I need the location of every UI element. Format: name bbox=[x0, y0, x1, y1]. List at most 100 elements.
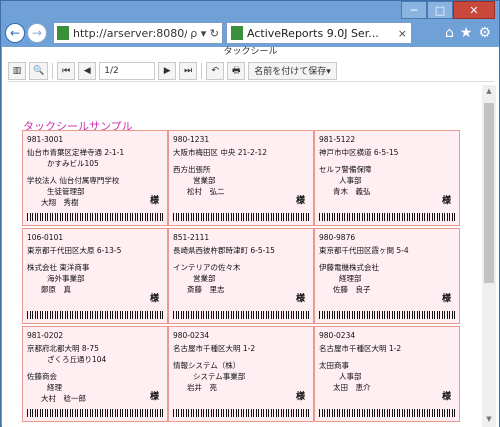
minimize-button[interactable]: ─ bbox=[401, 1, 427, 19]
toc-toggle-button[interactable]: ▥ bbox=[8, 61, 26, 80]
browser-window: ─ □ ✕ ← → http://arserver:8080/Defa ρ ▾ … bbox=[0, 0, 500, 427]
scroll-down-icon[interactable]: ▼ bbox=[484, 415, 494, 425]
close-button[interactable]: ✕ bbox=[453, 1, 495, 19]
label-organization: セルフ警備保障 bbox=[319, 165, 372, 174]
label-zip: 980-0234 bbox=[173, 331, 210, 340]
search-button[interactable]: 🔍 bbox=[29, 61, 49, 80]
address-tools-icon[interactable]: ρ ▾ ↻ bbox=[190, 27, 219, 40]
label-zip: 981-5122 bbox=[319, 135, 356, 144]
label-address-line1: 仙台市青葉区定禅寺通 2-1-1 bbox=[27, 148, 125, 157]
tab-page-icon bbox=[231, 26, 243, 40]
label-name: 青木 義弘 bbox=[333, 187, 371, 196]
label-department: 経理 bbox=[47, 383, 62, 392]
label-organization: 学校法人 仙台付属専門学校 bbox=[27, 176, 120, 185]
label-honorific: 様 bbox=[441, 196, 451, 206]
postal-barcode bbox=[319, 409, 455, 417]
scroll-thumb[interactable] bbox=[484, 103, 494, 283]
label-name: 太田 恵介 bbox=[333, 383, 371, 392]
history-back-button[interactable]: ↶ bbox=[206, 61, 225, 80]
label-name: 鄭原 真 bbox=[41, 285, 71, 294]
save-as-button[interactable]: 名前を付けて保存▾ bbox=[248, 61, 337, 80]
label-organization: 伊藤電機株式会社 bbox=[319, 263, 379, 272]
page-number-input[interactable]: 1/2 bbox=[99, 61, 156, 80]
back-button[interactable]: ← bbox=[5, 23, 25, 43]
label-name: 斎藤 里志 bbox=[187, 285, 225, 294]
label-zip: 981-3001 bbox=[27, 135, 64, 144]
label-zip: 106-0101 bbox=[27, 233, 64, 242]
label-honorific: 様 bbox=[295, 294, 305, 304]
label-department: 海外事業部 bbox=[47, 274, 85, 283]
maximize-button[interactable]: □ bbox=[427, 1, 453, 19]
label-name: 佐藤 良子 bbox=[333, 285, 371, 294]
label-address-line1: 名古屋市千種区大明 1-2 bbox=[319, 344, 402, 353]
address-label: 980-0234 名古屋市千種区大明 1-2 太田商事 人事部 太田 恵介様 bbox=[314, 326, 460, 422]
label-honorific: 様 bbox=[295, 392, 305, 402]
label-honorific: 様 bbox=[149, 196, 159, 206]
label-zip: 851-2111 bbox=[173, 233, 210, 242]
scroll-up-icon[interactable]: ▲ bbox=[484, 87, 494, 97]
print-button[interactable]: 🖶 bbox=[227, 61, 246, 80]
label-organization: 株式会社 東洋商事 bbox=[27, 263, 90, 272]
report-viewer[interactable]: タックシールサンプル 981-3001 仙台市青葉区定禅寺通 2-1-1 かすみビル… bbox=[8, 85, 482, 427]
navigation-bar: ← → http://arserver:8080/Defa ρ ▾ ↻ Acti… bbox=[5, 21, 495, 45]
postal-barcode bbox=[27, 311, 163, 319]
label-department: 営業部 bbox=[193, 176, 216, 185]
label-honorific: 様 bbox=[295, 196, 305, 206]
page-icon bbox=[57, 26, 69, 40]
address-label: 981-3001 仙台市青葉区定禅寺通 2-1-1 かすみビル105 学校法人 仙台付… bbox=[22, 130, 168, 226]
next-page-button[interactable]: ▶ bbox=[158, 61, 177, 80]
favorites-star-icon[interactable]: ★ bbox=[460, 25, 473, 41]
label-zip: 980-1231 bbox=[173, 135, 210, 144]
address-label: 980-0234 名古屋市千種区大明 1-2 情報システム（株） システム事業部 岩井 … bbox=[168, 326, 314, 422]
label-department: 人事部 bbox=[339, 176, 362, 185]
home-icon[interactable]: ⌂ bbox=[445, 25, 454, 41]
label-address-line1: 京都府北都大明 8-75 bbox=[27, 344, 99, 353]
tab-close-icon[interactable]: × bbox=[398, 27, 407, 40]
postal-barcode bbox=[173, 409, 309, 417]
toolbar-divider bbox=[52, 62, 54, 79]
label-organization: 太田商事 bbox=[319, 361, 349, 370]
postal-barcode bbox=[173, 213, 309, 221]
label-address-line2: かすみビル105 bbox=[47, 159, 99, 168]
label-grid: 981-3001 仙台市青葉区定禅寺通 2-1-1 かすみビル105 学校法人 仙台付… bbox=[22, 130, 460, 422]
toolbar-divider bbox=[201, 62, 203, 79]
forward-button[interactable]: → bbox=[27, 23, 47, 43]
postal-barcode bbox=[319, 311, 455, 319]
label-honorific: 様 bbox=[441, 294, 451, 304]
postal-barcode bbox=[319, 213, 455, 221]
label-name: 大村 稔一郎 bbox=[41, 394, 86, 403]
label-department: 生徒管理部 bbox=[47, 187, 85, 196]
address-label: 981-5122 神戸市中区横道 6-5-15 セルフ警備保障人事部青木 義弘様 bbox=[314, 130, 460, 226]
label-address-line1: 長崎県西彼杵郡時津町 6-5-15 bbox=[173, 246, 275, 255]
label-organization: インテリアの佐々木 bbox=[173, 263, 241, 272]
label-address-line1: 東京都千代田区霞ヶ関 5-4 bbox=[319, 246, 409, 255]
browser-tab[interactable]: ActiveReports 9.0J Ser... × bbox=[226, 22, 412, 44]
address-label: 980-9876 東京都千代田区霞ヶ関 5-4 伊藤電機株式会社 経理部 佐藤 良子様 bbox=[314, 228, 460, 324]
first-page-button[interactable]: ⏮ bbox=[57, 61, 76, 80]
browser-right-icons: ⌂ ★ ⚙ bbox=[445, 25, 495, 41]
label-organization: 情報システム（株） bbox=[173, 361, 241, 370]
prev-page-button[interactable]: ◀ bbox=[78, 61, 97, 80]
address-label: 106-0101 東京都千代田区大原 6-13-5 株式会社 東洋商事海外事業部鄭原… bbox=[22, 228, 168, 324]
settings-gear-icon[interactable]: ⚙ bbox=[478, 25, 491, 41]
address-label: 851-2111 長崎県西彼杵郡時津町 6-5-15 インテリアの佐々木 営業部斎藤 … bbox=[168, 228, 314, 324]
page-title: タックシール bbox=[223, 47, 278, 57]
label-zip: 980-9876 bbox=[319, 233, 356, 242]
label-department: システム事業部 bbox=[193, 372, 246, 381]
tab-title: ActiveReports 9.0J Ser... bbox=[247, 26, 379, 40]
postal-barcode bbox=[173, 311, 309, 319]
label-address-line1: 神戸市中区横道 6-5-15 bbox=[319, 148, 399, 157]
label-organization: 佐藤商会 bbox=[27, 372, 57, 381]
label-address-line1: 東京都千代田区大原 6-13-5 bbox=[27, 246, 122, 255]
label-address-line2: ざくろ丘通り104 bbox=[47, 355, 107, 364]
vertical-scrollbar[interactable]: ▲ ▼ bbox=[482, 85, 496, 427]
last-page-button[interactable]: ⏭ bbox=[179, 61, 198, 80]
address-url: http://arserver:8080/Defa bbox=[73, 26, 188, 40]
report-toolbar: ▥ 🔍 ⏮ ◀ 1/2 ▶ ⏭ ↶ 🖶 名前を付けて保存▾ bbox=[8, 60, 494, 82]
address-label: 980-1231 大阪市梅田区 中央 21-2-12 西方出張所 営業部 松村 弘二様 bbox=[168, 130, 314, 226]
label-name: 岩井 亮 bbox=[187, 383, 217, 392]
address-bar[interactable]: http://arserver:8080/Defa ρ ▾ ↻ bbox=[53, 22, 223, 44]
label-department: 営業部 bbox=[193, 274, 216, 283]
window-controls: ─ □ ✕ bbox=[401, 1, 495, 19]
label-zip: 981-0202 bbox=[27, 331, 64, 340]
